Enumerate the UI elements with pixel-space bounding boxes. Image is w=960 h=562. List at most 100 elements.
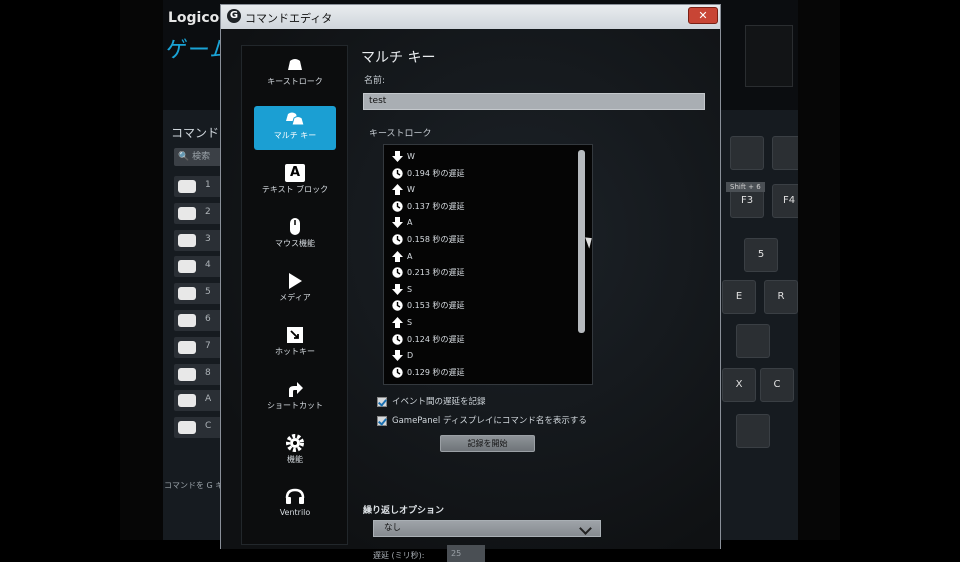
key-down-arrow-icon xyxy=(392,283,403,295)
keystroke-item[interactable]: 0.153 秒の遅延 xyxy=(392,298,464,314)
keystroke-text: 0.129 秒の遅延 xyxy=(407,367,465,377)
keystroke-list-label: キーストローク xyxy=(369,129,432,139)
key-c[interactable]: C xyxy=(760,368,794,402)
keystroke-item[interactable]: 0.129 秒の遅延 xyxy=(392,365,464,381)
keystroke-item[interactable]: 0.124 秒の遅延 xyxy=(392,332,464,348)
command-item[interactable]: A xyxy=(174,390,224,412)
key-icon xyxy=(178,340,196,354)
keystroke-item[interactable]: A xyxy=(392,215,412,231)
key-up-arrow-icon xyxy=(392,317,403,328)
keystroke-item[interactable]: 0.137 秒の遅延 xyxy=(392,199,464,215)
command-search-input[interactable]: 🔍 検索 xyxy=(174,148,224,166)
sidebar-item-mouse[interactable]: マウス機能 xyxy=(254,214,336,258)
key-icon xyxy=(178,394,196,408)
keystroke-text: 0.124 秒の遅延 xyxy=(407,334,465,344)
key-icon xyxy=(178,313,196,327)
name-input[interactable]: test xyxy=(363,93,705,110)
dialog-titlebar[interactable]: G コマンドエディタ ✕ xyxy=(221,5,720,29)
command-item[interactable]: 7 xyxy=(174,336,224,358)
keystroke-item[interactable]: D xyxy=(392,348,413,364)
key-e[interactable]: E xyxy=(722,280,756,314)
sidebar-item-ventrilo[interactable]: Ventrilo xyxy=(254,484,336,528)
command-item[interactable]: C xyxy=(174,417,224,439)
keystroke-item[interactable]: W xyxy=(392,182,415,198)
gamepanel-display-checkbox[interactable] xyxy=(377,415,387,426)
key-icon xyxy=(178,421,196,435)
checkbox-label: GamePanel ディスプレイにコマンド名を表示する xyxy=(392,416,587,426)
right-letterbox xyxy=(798,0,840,540)
command-label: 3 xyxy=(205,233,211,244)
sidebar-item-text-block[interactable]: A テキスト ブロック xyxy=(254,160,336,204)
sidebar-item-keystroke[interactable]: キーストローク xyxy=(254,52,336,96)
name-label: 名前: xyxy=(364,76,386,86)
key-down-arrow-icon xyxy=(392,151,403,162)
sidebar-label: テキスト ブロック xyxy=(261,185,329,194)
keystroke-text: A xyxy=(407,218,413,228)
command-label: 2 xyxy=(205,206,211,217)
repeat-options-dropdown[interactable]: なし xyxy=(373,520,601,537)
sidebar-label: マウス機能 xyxy=(275,239,315,248)
logitech-g-logo-icon: G xyxy=(227,9,241,23)
keystroke-item[interactable]: W xyxy=(392,149,415,165)
sidebar-item-media[interactable]: メディア xyxy=(254,268,336,312)
sidebar-item-function[interactable]: 機能 xyxy=(254,430,336,474)
delay-ms-input[interactable]: 25 xyxy=(447,545,485,562)
command-item[interactable]: 8 xyxy=(174,363,224,385)
keystroke-item[interactable]: S xyxy=(392,282,412,298)
key-icon xyxy=(178,367,196,381)
key-r[interactable]: R xyxy=(764,280,798,314)
g-key[interactable] xyxy=(730,136,764,170)
sidebar-item-hotkey[interactable]: ホットキー xyxy=(254,322,336,366)
keystroke-item[interactable]: A xyxy=(392,249,412,265)
sidebar-item-multikey[interactable]: マルチ キー xyxy=(254,106,336,150)
commands-panel-title: コマンド xyxy=(171,126,220,140)
keystroke-text: 0.213 秒の遅延 xyxy=(407,268,465,278)
keystroke-list-scrollbar[interactable] xyxy=(578,150,585,333)
keystroke-text: 0.194 秒の遅延 xyxy=(407,168,465,178)
keystroke-item[interactable]: 0.158 秒の遅延 xyxy=(392,232,464,248)
command-item[interactable]: 3 xyxy=(174,229,224,251)
keystroke-list[interactable]: W 0.194 秒の遅延 W 0.137 秒の遅延 A 0.158 秒の遅延 A 0.213 … xyxy=(383,144,593,385)
command-list: 1 2 3 4 5 6 7 8 A C xyxy=(174,176,224,444)
search-placeholder: 検索 xyxy=(192,152,211,162)
command-label: A xyxy=(205,394,212,405)
command-label: C xyxy=(205,421,212,432)
background-panel-thumbnail xyxy=(745,25,793,87)
sidebar-label: ホットキー xyxy=(275,347,315,356)
dialog-title: コマンドエディタ xyxy=(245,12,333,25)
key-tooltip: Shift + 6 xyxy=(726,182,765,192)
clock-icon xyxy=(392,367,403,378)
command-item[interactable]: 1 xyxy=(174,176,224,197)
start-recording-button[interactable]: 記録を開始 xyxy=(440,435,535,452)
command-editor-dialog: G コマンドエディタ ✕ キーストローク マルチ キー A テキスト ブロック … xyxy=(220,4,721,562)
repeat-selected-value: なし xyxy=(384,523,402,533)
gamepanel-checkbox-row[interactable]: GamePanel ディスプレイにコマンド名を表示する xyxy=(377,414,587,428)
command-item[interactable]: 6 xyxy=(174,309,224,331)
sidebar-label: 機能 xyxy=(287,455,303,464)
key-down-arrow-icon xyxy=(392,217,403,229)
keystroke-item[interactable]: S xyxy=(392,315,412,331)
command-label: 7 xyxy=(205,340,211,351)
command-item[interactable]: 4 xyxy=(174,256,224,278)
keystroke-text: S xyxy=(407,284,413,294)
keystroke-item[interactable]: 0.213 秒の遅延 xyxy=(392,265,464,281)
key-blank[interactable] xyxy=(736,414,770,448)
command-item[interactable]: 5 xyxy=(174,283,224,305)
record-delay-checkbox[interactable] xyxy=(377,396,387,407)
g-key[interactable] xyxy=(736,324,770,358)
gear-icon xyxy=(285,434,305,452)
sidebar-label: Ventrilo xyxy=(279,508,311,517)
key-5[interactable]: 5 xyxy=(744,238,778,272)
g-key[interactable] xyxy=(772,136,798,170)
key-up-arrow-icon xyxy=(392,184,403,196)
keystroke-item[interactable]: 0.194 秒の遅延 xyxy=(392,166,464,182)
key-x[interactable]: X xyxy=(722,368,756,402)
key-f4[interactable]: F4 xyxy=(772,184,798,218)
multikey-icon xyxy=(285,110,305,128)
command-label: 6 xyxy=(205,313,211,324)
close-button[interactable]: ✕ xyxy=(688,7,718,24)
clock-icon xyxy=(392,201,403,212)
record-delay-checkbox-row[interactable]: イベント間の遅延を記録 xyxy=(377,395,486,409)
command-item[interactable]: 2 xyxy=(174,202,224,224)
sidebar-item-shortcut[interactable]: ショートカット xyxy=(254,376,336,420)
